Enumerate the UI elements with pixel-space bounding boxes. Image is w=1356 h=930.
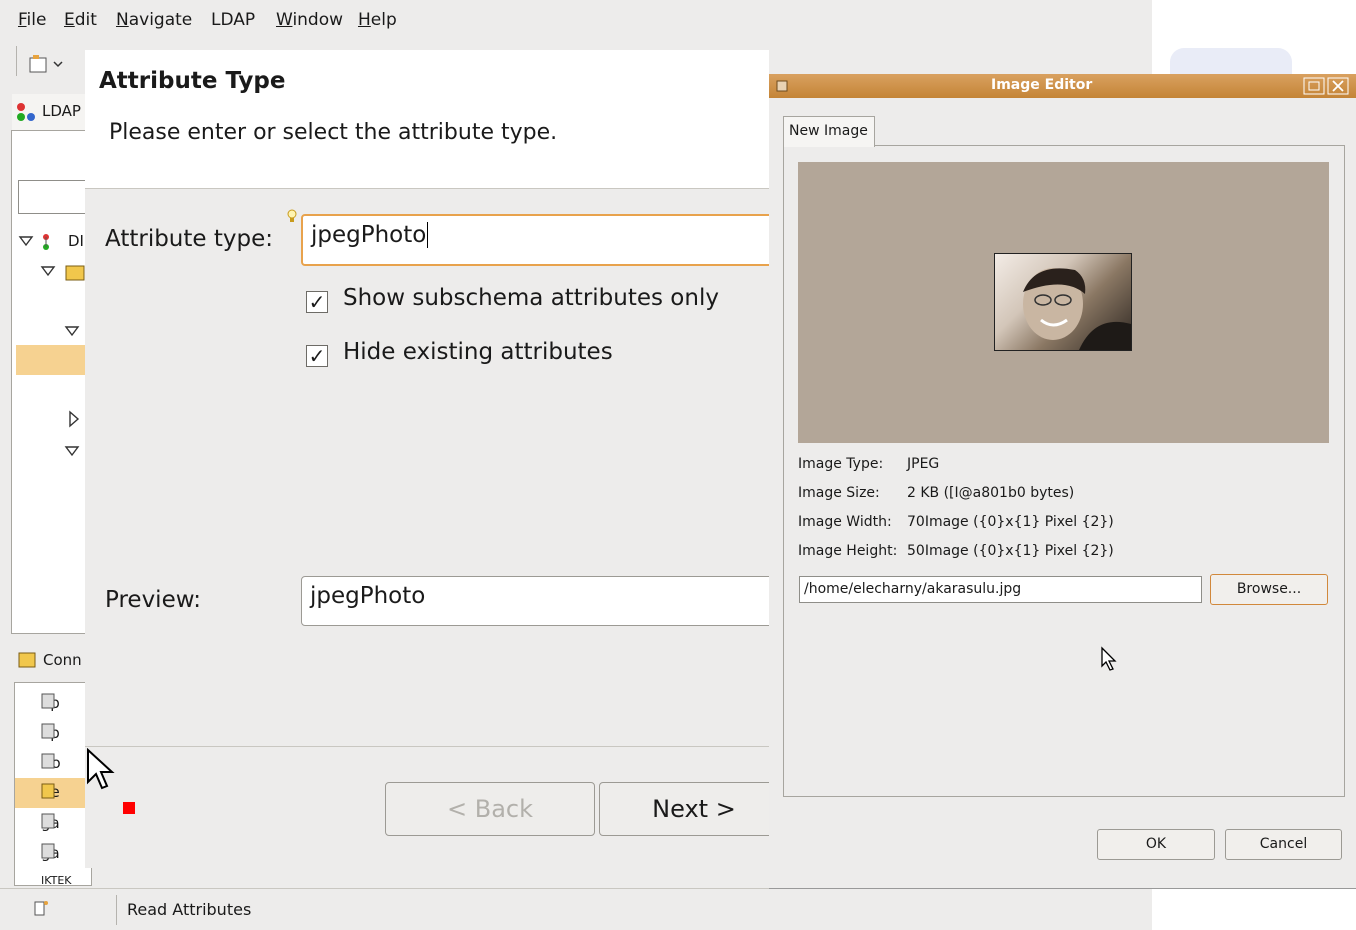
menu-bar: File Edit Navigate LDAP Window Help	[0, 5, 1152, 35]
status-separator	[116, 895, 117, 925]
image-path-input[interactable]: /home/elecharny/akarasulu.jpg	[799, 576, 1202, 603]
tree-selected-row[interactable]	[16, 345, 92, 375]
show-subschema-checkbox[interactable]: ✓	[306, 291, 328, 313]
tree-expand-icon-2[interactable]	[64, 442, 82, 458]
status-bar: Read Attributes	[0, 888, 1152, 930]
hide-existing-checkbox[interactable]: ✓	[306, 345, 328, 367]
menu-file[interactable]: File	[18, 10, 46, 30]
ldap-tree-icon	[17, 103, 35, 121]
image-editor-titlebar[interactable]: Image Editor	[769, 74, 1356, 98]
wizard-title: Attribute Type	[99, 68, 286, 94]
menu-ldap[interactable]: LDAP	[211, 10, 255, 30]
tree-collapse-icon[interactable]	[66, 410, 82, 428]
new-connection-icon[interactable]	[28, 54, 64, 76]
photo-thumbnail	[994, 253, 1132, 351]
error-indicator	[123, 802, 135, 814]
tab-new-image[interactable]: New Image	[783, 116, 875, 147]
tree-expand-icon[interactable]	[64, 322, 82, 338]
ok-button[interactable]: OK	[1097, 829, 1215, 860]
image-width-row: Image Width: 70Image ({0}x{1} Pixel {2})	[798, 514, 1114, 530]
back-button[interactable]: < Back	[385, 782, 595, 836]
maximize-icon[interactable]	[1303, 77, 1325, 95]
tree-row-dit[interactable]: DI	[18, 232, 84, 256]
hide-existing-label: Hide existing attributes	[343, 339, 613, 365]
menu-navigate[interactable]: Navigate	[116, 10, 192, 30]
tree-row-folder[interactable]	[40, 262, 88, 286]
preview-label: Preview:	[105, 587, 202, 613]
cancel-button[interactable]: Cancel	[1225, 829, 1342, 860]
wizard-description: Please enter or select the attribute typ…	[109, 120, 558, 145]
tree-filter-input[interactable]	[18, 180, 90, 214]
folder-icon	[40, 265, 85, 281]
status-text: Read Attributes	[127, 900, 252, 919]
menu-help[interactable]: Help	[358, 10, 397, 30]
next-button[interactable]: Next >	[599, 782, 789, 836]
preview-field: jpegPhoto	[301, 576, 781, 626]
show-subschema-label: Show subschema attributes only	[343, 285, 719, 311]
wizard-button-separator	[85, 746, 769, 747]
toolbar-separator	[16, 46, 17, 76]
close-icon[interactable]	[1327, 77, 1349, 95]
connections-icon	[18, 652, 36, 668]
attribute-type-label: Attribute type:	[105, 226, 273, 252]
mouse-pointer-icon	[87, 748, 115, 790]
image-editor-title: Image Editor	[991, 77, 1093, 93]
image-type-row: Image Type: JPEG	[798, 456, 940, 472]
image-height-row: Image Height: 50Image ({0}x{1} Pixel {2})	[798, 543, 1114, 559]
mouse-pointer-icon-2	[1101, 646, 1117, 671]
menu-edit[interactable]: Edit	[64, 10, 97, 30]
ldap-browser-tab[interactable]: LDAP	[12, 94, 92, 130]
text-cursor	[427, 222, 429, 248]
browse-button[interactable]: Browse...	[1210, 574, 1328, 605]
ldap-connection-icons	[41, 693, 55, 859]
menu-window[interactable]: Window	[276, 10, 343, 30]
portrait-image	[1023, 268, 1131, 350]
tree-expand-dit-icon[interactable]	[18, 232, 66, 252]
image-size-row: Image Size: 2 KB ([I@a801b0 bytes)	[798, 485, 1075, 501]
attribute-type-input[interactable]: jpegPhoto	[301, 214, 781, 266]
content-assist-bulb-icon	[287, 209, 297, 222]
window-menu-icon[interactable]	[775, 79, 789, 93]
new-status-icon[interactable]	[32, 899, 52, 919]
